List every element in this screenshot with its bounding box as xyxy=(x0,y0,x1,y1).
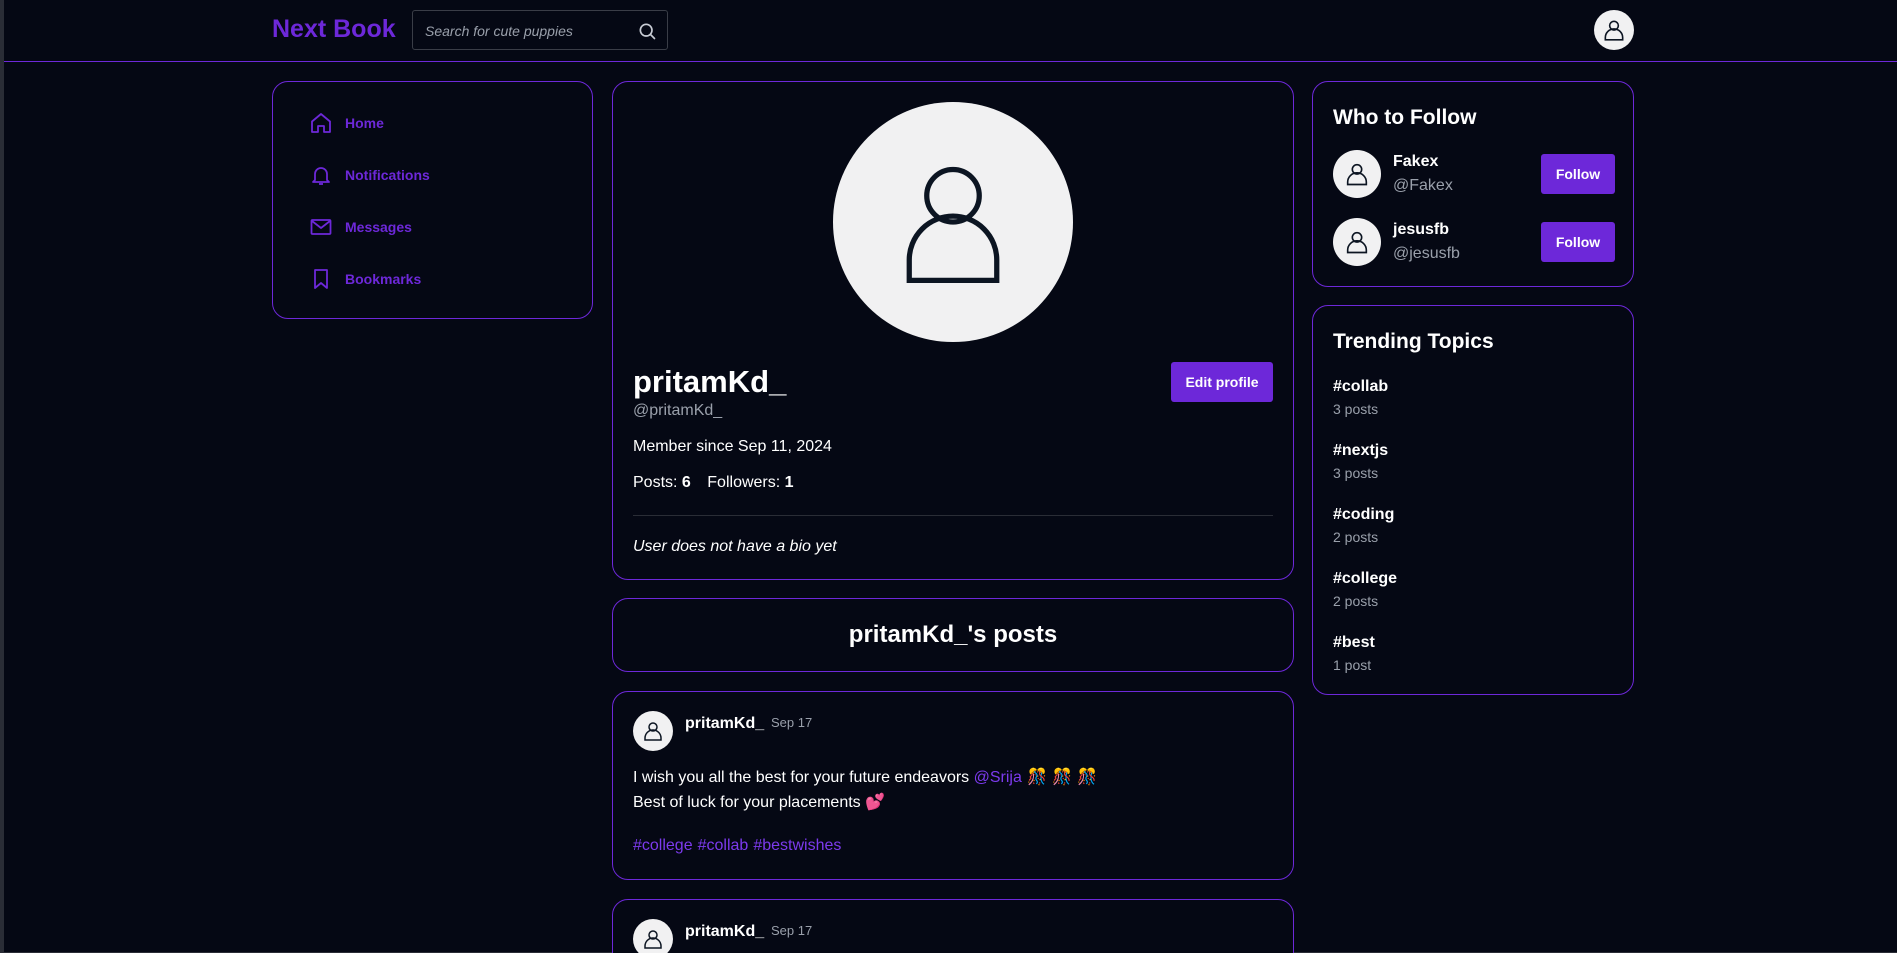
mail-icon xyxy=(310,219,332,235)
follow-suggestion: jesusfb @jesusfb Follow xyxy=(1333,218,1615,268)
sidebar-nav: Home Notifications Messages Bookmarks xyxy=(272,81,593,319)
post-line: Best of luck for your placements 💕 xyxy=(633,790,1097,815)
hashtag-link[interactable]: #college xyxy=(633,837,693,854)
user-icon xyxy=(1346,231,1368,254)
sidebar-item-home[interactable]: Home xyxy=(309,109,384,137)
sidebar-item-label: Home xyxy=(345,115,384,131)
who-to-follow-card: Who to Follow Fakex @Fakex Follow jesusf… xyxy=(1312,81,1634,287)
trending-topics-card: Trending Topics #collab 3 posts #nextjs … xyxy=(1312,305,1634,695)
profile-stats: Posts: 6 Followers: 1 xyxy=(633,474,794,492)
sidebar-item-label: Bookmarks xyxy=(345,271,422,287)
post-content: I wish you all the best for your future … xyxy=(633,765,1097,815)
edit-profile-button[interactable]: Edit profile xyxy=(1171,362,1273,402)
followers-count: 1 xyxy=(784,474,794,491)
user-icon xyxy=(644,930,662,949)
profile-card: pritamKd_ @pritamKd_ Edit profile Member… xyxy=(612,81,1294,580)
sidebar-item-messages[interactable]: Messages xyxy=(309,213,412,241)
post-card[interactable]: pritamKd_ Sep 17 I wish you all the best… xyxy=(612,691,1294,880)
profile-handle: @pritamKd_ xyxy=(633,402,723,419)
trending-topic[interactable]: #best 1 post xyxy=(1333,634,1375,673)
window-frame-left xyxy=(0,0,4,953)
who-to-follow-title: Who to Follow xyxy=(1333,106,1477,129)
user-icon xyxy=(1604,20,1624,41)
post-hashtags: #college #collab #bestwishes xyxy=(633,837,846,855)
user-avatar-button[interactable] xyxy=(1594,10,1634,50)
profile-name: pritamKd_ xyxy=(633,364,787,399)
post-author-avatar[interactable] xyxy=(633,919,673,953)
suggested-user-handle: @jesusfb xyxy=(1393,245,1460,262)
divider xyxy=(633,515,1273,516)
search-box[interactable]: Search for cute puppies xyxy=(412,10,668,50)
posts-label: Posts: xyxy=(633,474,678,491)
trending-topic[interactable]: #coding 2 posts xyxy=(1333,506,1394,545)
trending-topic[interactable]: #nextjs 3 posts xyxy=(1333,442,1388,481)
post-author-avatar[interactable] xyxy=(633,711,673,751)
post-line: I wish you all the best for your future … xyxy=(633,765,1097,790)
post-date: Sep 17 xyxy=(771,923,813,938)
top-header: Next Book Search for cute puppies xyxy=(4,0,1897,62)
posts-section-header: pritamKd_'s posts xyxy=(612,598,1294,672)
avatar[interactable] xyxy=(1333,150,1381,198)
post-author[interactable]: pritamKd_ xyxy=(685,715,764,733)
posts-count: 6 xyxy=(681,474,691,491)
bookmark-icon xyxy=(314,269,328,289)
post-card[interactable]: pritamKd_ Sep 17 xyxy=(612,899,1294,953)
trending-topics-title: Trending Topics xyxy=(1333,330,1494,353)
topic-post-count: 1 post xyxy=(1333,657,1372,673)
suggested-user-name[interactable]: jesusfb xyxy=(1393,221,1449,239)
member-since: Member since Sep 11, 2024 xyxy=(633,438,832,455)
topic-post-count: 2 posts xyxy=(1333,593,1379,609)
avatar[interactable] xyxy=(1333,218,1381,266)
app-logo[interactable]: Next Book xyxy=(272,15,396,44)
follow-button[interactable]: Follow xyxy=(1541,222,1615,262)
topic-tag[interactable]: #college xyxy=(1333,570,1397,588)
sidebar-item-label: Messages xyxy=(345,219,412,235)
home-icon xyxy=(311,113,331,133)
follow-button[interactable]: Follow xyxy=(1541,154,1615,194)
topic-tag[interactable]: #best xyxy=(1333,634,1375,652)
topic-tag[interactable]: #coding xyxy=(1333,506,1394,524)
posts-section-title: pritamKd_'s posts xyxy=(848,621,1058,648)
user-icon xyxy=(644,722,662,741)
topic-tag[interactable]: #nextjs xyxy=(1333,442,1388,460)
trending-topic[interactable]: #collab 3 posts xyxy=(1333,378,1388,417)
profile-bio: User does not have a bio yet xyxy=(633,538,837,555)
post-emoji: 🎊 🎊 🎊 xyxy=(1021,767,1097,786)
topic-post-count: 2 posts xyxy=(1333,529,1379,545)
post-emoji: 💕 xyxy=(865,792,886,811)
topic-tag[interactable]: #collab xyxy=(1333,378,1388,396)
hashtag-link[interactable]: #bestwishes xyxy=(753,837,841,854)
bell-icon xyxy=(312,167,330,185)
user-icon xyxy=(1346,163,1368,186)
topic-post-count: 3 posts xyxy=(1333,465,1379,481)
follow-suggestion: Fakex @Fakex Follow xyxy=(1333,150,1615,200)
post-author[interactable]: pritamKd_ xyxy=(685,923,764,941)
sidebar-item-label: Notifications xyxy=(345,167,430,183)
search-icon[interactable] xyxy=(637,21,657,41)
user-icon xyxy=(906,166,1000,283)
post-mention-link[interactable]: @Srija xyxy=(974,769,1022,786)
topic-post-count: 3 posts xyxy=(1333,401,1379,417)
sidebar-item-notifications[interactable]: Notifications xyxy=(309,161,430,189)
suggested-user-name[interactable]: Fakex xyxy=(1393,153,1438,171)
post-text: I wish you all the best for your future … xyxy=(633,769,974,786)
hashtag-link[interactable]: #collab xyxy=(698,837,749,854)
followers-label: Followers: xyxy=(707,474,781,491)
suggested-user-handle: @Fakex xyxy=(1393,177,1453,194)
post-text: Best of luck for your placements xyxy=(633,794,866,811)
post-date: Sep 17 xyxy=(771,715,813,730)
sidebar-item-bookmarks[interactable]: Bookmarks xyxy=(309,265,421,293)
profile-avatar xyxy=(833,102,1073,342)
search-input[interactable]: Search for cute puppies xyxy=(425,23,573,39)
trending-topic[interactable]: #college 2 posts xyxy=(1333,570,1397,609)
